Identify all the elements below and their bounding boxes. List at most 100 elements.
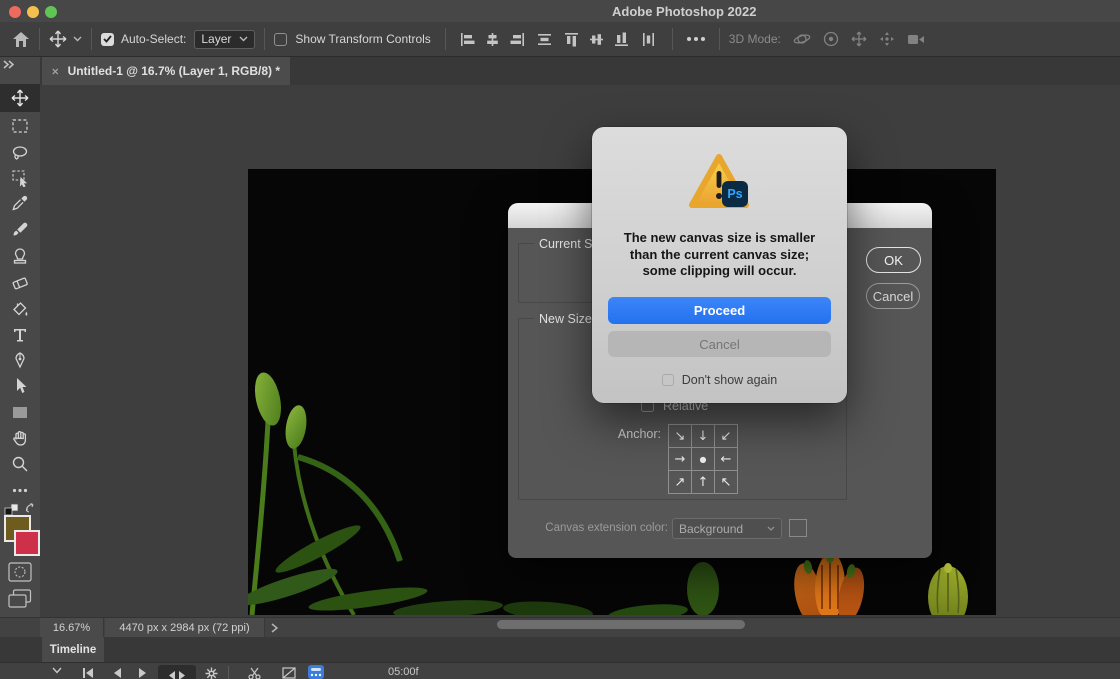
- timeline-controls-bar: 05:00f: [0, 662, 1120, 679]
- anchor-cell[interactable]: ←: [714, 447, 738, 471]
- show-transform-controls-checkbox[interactable]: [274, 33, 287, 46]
- clone-stamp-tool[interactable]: [0, 243, 40, 269]
- anchor-cell[interactable]: ↙: [714, 424, 738, 448]
- 3d-orbit-icon: [793, 31, 811, 47]
- align-bottom-edges-icon[interactable]: [614, 32, 629, 47]
- timeline-settings-icon[interactable]: [205, 667, 218, 679]
- auto-select-target-dropdown[interactable]: Layer: [194, 30, 255, 49]
- quick-mask-button[interactable]: [8, 562, 32, 582]
- canvas-size-cancel-button[interactable]: Cancel: [866, 283, 920, 309]
- timeline-film-badge-icon[interactable]: [308, 665, 324, 679]
- extension-color-swatch[interactable]: [789, 519, 807, 537]
- anchor-cell[interactable]: →: [668, 447, 692, 471]
- 3d-roll-icon: [823, 31, 839, 47]
- zoom-level-field[interactable]: 16.67%: [40, 618, 104, 638]
- eraser-tool[interactable]: [0, 270, 40, 296]
- screen-mode-button[interactable]: [8, 589, 32, 608]
- align-right-edges-icon[interactable]: [510, 32, 525, 47]
- align-top-edges-icon[interactable]: [564, 32, 579, 47]
- alert-cancel-button[interactable]: Cancel: [608, 331, 831, 357]
- eraser-icon: [11, 274, 29, 292]
- divider: [445, 28, 446, 50]
- ok-button[interactable]: OK: [866, 247, 921, 273]
- document-info[interactable]: 4470 px x 2984 px (72 ppi): [105, 618, 265, 638]
- next-frame-icon: [168, 670, 186, 679]
- 3d-pan-icon: [851, 31, 867, 47]
- brush-icon: [11, 221, 29, 239]
- rectangular-marquee-tool[interactable]: [0, 113, 40, 139]
- paint-bucket-tool[interactable]: [0, 296, 40, 322]
- distribute-vertical-icon[interactable]: [641, 32, 656, 47]
- eyedropper-icon: [11, 194, 29, 212]
- background-color-swatch[interactable]: [14, 530, 40, 556]
- pen-tool[interactable]: [0, 347, 40, 373]
- titlebar: Adobe Photoshop 2022: [0, 0, 1120, 22]
- alert-cancel-button-label: Cancel: [699, 337, 739, 352]
- previous-frame-icon[interactable]: [112, 667, 122, 679]
- status-bar: 16.67% 4470 px x 2984 px (72 ppi): [0, 617, 1120, 637]
- anchor-cell[interactable]: ↘: [668, 424, 692, 448]
- eyedropper-tool[interactable]: [0, 190, 40, 216]
- lasso-tool[interactable]: [0, 140, 40, 166]
- brush-tool[interactable]: [0, 217, 40, 243]
- chevron-down-icon: [239, 36, 248, 42]
- ps-app-badge-icon: Ps: [722, 181, 748, 207]
- zoom-window-button[interactable]: [45, 6, 57, 18]
- close-tab-icon[interactable]: [52, 67, 59, 76]
- close-window-button[interactable]: [9, 6, 21, 18]
- object-selection-tool[interactable]: [0, 165, 40, 191]
- object-selection-icon: [11, 169, 29, 187]
- distribute-horizontal-icon[interactable]: [537, 32, 552, 47]
- path-selection-tool[interactable]: [0, 373, 40, 399]
- timeline-menu-icon[interactable]: [52, 667, 62, 674]
- go-to-first-frame-icon[interactable]: [82, 667, 94, 679]
- play-icon[interactable]: [138, 667, 148, 679]
- horizontal-scrollbar-thumb[interactable]: [497, 620, 745, 629]
- move-tool[interactable]: [0, 84, 40, 112]
- anchor-cell[interactable]: ↗: [668, 470, 692, 494]
- anchor-cell[interactable]: ↖: [714, 470, 738, 494]
- audio-mute-toggle[interactable]: [158, 665, 196, 679]
- align-vertical-centers-icon[interactable]: [589, 32, 604, 47]
- layer-dropdown-value: Layer: [201, 32, 231, 46]
- type-tool[interactable]: [0, 322, 40, 348]
- timeline-tab[interactable]: Timeline: [42, 637, 104, 662]
- zoom-tool[interactable]: [0, 451, 40, 477]
- quick-mask-icon: [8, 562, 32, 582]
- home-icon[interactable]: [12, 31, 30, 48]
- document-tab[interactable]: Untitled-1 @ 16.7% (Layer 1, RGB/8) *: [42, 57, 290, 85]
- dont-show-again-checkbox[interactable]: [662, 374, 674, 386]
- anchor-cell[interactable]: ↓: [691, 424, 715, 448]
- minimize-window-button[interactable]: [27, 6, 39, 18]
- document-info-value: 4470 px x 2984 px (72 ppi): [119, 622, 249, 634]
- align-left-edges-icon[interactable]: [460, 32, 475, 47]
- 3d-mode-label: 3D Mode:: [729, 32, 781, 46]
- anchor-cell-selected[interactable]: ●: [691, 447, 715, 471]
- proceed-button[interactable]: Proceed: [608, 297, 831, 324]
- anchor-label: Anchor:: [568, 427, 661, 441]
- move-tool-preset-icon[interactable]: [49, 30, 67, 48]
- anchor-cell[interactable]: ↑: [691, 470, 715, 494]
- divider: [228, 666, 229, 679]
- alert-message-line: The new canvas size is smaller: [592, 230, 847, 247]
- align-horizontal-centers-icon[interactable]: [485, 32, 500, 47]
- magnifier-icon: [11, 455, 29, 473]
- alert-message-line: some clipping will occur.: [592, 263, 847, 280]
- pen-icon: [12, 351, 28, 369]
- hand-tool[interactable]: [0, 425, 40, 451]
- status-chevron-right-icon[interactable]: [271, 623, 278, 633]
- extension-color-value: Background: [679, 522, 743, 536]
- canvas-extension-color-label: Canvas extension color:: [516, 522, 668, 534]
- timeline-tab-bar: Timeline: [0, 637, 1120, 662]
- more-options-icon[interactable]: [686, 36, 706, 42]
- swap-colors-icon[interactable]: [24, 502, 37, 515]
- split-at-playhead-icon[interactable]: [248, 667, 261, 679]
- rectangle-tool[interactable]: [0, 399, 40, 425]
- edit-toolbar-button[interactable]: [0, 477, 40, 503]
- auto-select-checkbox[interactable]: [101, 33, 114, 46]
- marquee-icon: [11, 118, 29, 134]
- canvas-extension-color-dropdown[interactable]: Background: [672, 518, 782, 539]
- collapse-panel-icon[interactable]: [3, 60, 15, 69]
- preset-chevron-down-icon[interactable]: [73, 36, 82, 42]
- transition-icon[interactable]: [282, 667, 296, 679]
